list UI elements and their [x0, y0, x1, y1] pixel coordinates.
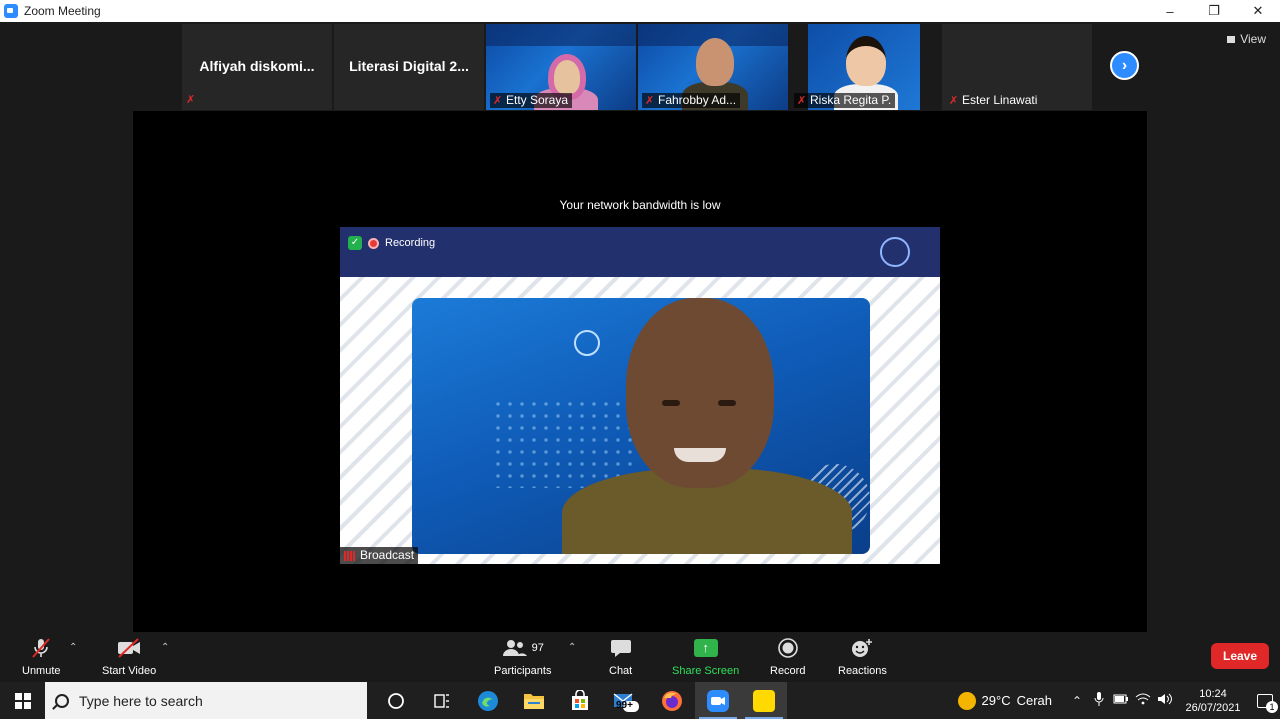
participants-icon — [502, 640, 527, 656]
chat-button[interactable]: Chat — [609, 636, 632, 677]
store-icon[interactable] — [557, 682, 603, 719]
share-screen-button[interactable]: ↑ Share Screen — [672, 636, 739, 677]
weather-sun-icon — [957, 691, 976, 710]
file-explorer-icon[interactable] — [511, 682, 557, 719]
reactions-button[interactable]: Reactions — [838, 636, 887, 677]
mic-off-icon — [30, 636, 52, 660]
record-icon — [777, 636, 799, 660]
restore-button[interactable]: ❐ — [1192, 0, 1236, 22]
search-icon — [55, 693, 69, 708]
participant-tile[interactable]: ✗ Fahrobby Ad... — [638, 24, 788, 110]
leave-button[interactable]: Leave — [1211, 643, 1269, 669]
video-off-icon — [116, 636, 142, 660]
mic-muted-icon: ✗ — [645, 95, 655, 107]
battery-icon[interactable] — [1110, 693, 1132, 708]
window-controls: – ❐ ✕ — [1148, 0, 1280, 22]
audio-level-icon — [344, 551, 356, 561]
clock-date: 26/07/2021 — [1185, 701, 1241, 714]
system-tray: 29°C Cerah ⌃ 10:24 26/07/2021 1 — [957, 682, 1280, 719]
start-video-button[interactable]: Start Video — [102, 636, 156, 677]
participant-tile[interactable]: Literasi Digital 2... — [334, 24, 484, 110]
participant-name: Literasi Digital 2... — [349, 58, 469, 74]
participant-tile[interactable]: ✗ Etty Soraya — [486, 24, 636, 110]
mail-icon[interactable]: 99+ — [603, 682, 649, 719]
minimize-button[interactable]: – — [1148, 0, 1192, 22]
mic-muted-icon: ✗ — [797, 95, 807, 107]
audio-options-caret[interactable]: ⌃ — [69, 642, 77, 653]
windows-logo-icon — [14, 692, 31, 709]
participant-name: Alfiyah diskomi... — [199, 58, 315, 74]
weather-widget[interactable]: 29°C Cerah — [957, 691, 1052, 710]
sticky-notes-icon[interactable] — [741, 682, 787, 719]
chevron-right-icon[interactable]: › — [1110, 51, 1139, 80]
participant-tile[interactable]: Alfiyah diskomi... ✗ — [182, 24, 332, 110]
participant-label: ✗ Fahrobby Ad... — [642, 93, 741, 108]
window-title: Zoom Meeting — [24, 4, 101, 18]
recording-indicator: ✓ Recording — [348, 236, 435, 250]
event-logo-icon — [574, 330, 600, 356]
close-button[interactable]: ✕ — [1236, 0, 1280, 22]
notification-icon: 1 — [1257, 693, 1278, 713]
unmute-button[interactable]: Unmute — [22, 636, 61, 677]
active-speaker-video: ✓ Recording Broadcast — [340, 227, 940, 564]
mic-muted-icon: ✗ — [949, 95, 959, 107]
record-button[interactable]: Record — [770, 636, 805, 677]
mic-muted-icon: ✗ — [493, 95, 503, 107]
network-warning: Your network bandwidth is low — [559, 198, 721, 212]
zoom-taskbar-icon[interactable] — [695, 682, 741, 719]
participants-button[interactable]: 97 Participants — [494, 636, 551, 677]
speaker-frame — [412, 298, 870, 554]
mic-muted-icon: ✗ — [186, 94, 196, 106]
edge-browser-icon[interactable] — [465, 682, 511, 719]
weather-description: Cerah — [1016, 693, 1052, 708]
microphone-icon[interactable] — [1088, 692, 1110, 709]
weather-temperature: 29°C — [981, 693, 1011, 708]
mail-badge: 99+ — [616, 700, 633, 711]
notification-center-button[interactable]: 1 — [1250, 682, 1280, 719]
active-speaker-area: Your network bandwidth is low ✓ Recordin… — [133, 111, 1147, 632]
zoom-app-icon — [4, 4, 18, 18]
windows-taskbar: Type here to search 99+ 29°C Cerah ⌃ 10:… — [0, 682, 1280, 719]
firefox-icon[interactable] — [649, 682, 695, 719]
participants-options-caret[interactable]: ⌃ — [568, 642, 576, 653]
participant-video-face — [846, 36, 886, 86]
notification-count: 1 — [1266, 700, 1278, 713]
participants-count: 97 — [531, 642, 544, 654]
taskbar-clock[interactable]: 10:24 26/07/2021 — [1182, 687, 1244, 715]
volume-icon[interactable] — [1154, 693, 1176, 708]
title-bar: Zoom Meeting – ❐ ✕ — [0, 0, 1280, 22]
search-placeholder: Type here to search — [79, 692, 203, 709]
wifi-icon[interactable] — [1132, 693, 1154, 708]
participant-tile[interactable]: ✗ Riska Regita P. — [790, 24, 940, 110]
participant-strip: Alfiyah diskomi... ✗ Literasi Digital 2.… — [182, 24, 1098, 110]
video-banner — [340, 227, 940, 277]
participant-label: ✗ Riska Regita P. — [794, 93, 896, 108]
chevron-up-icon[interactable]: ⌃ — [1066, 694, 1088, 708]
view-button[interactable]: View — [1226, 32, 1266, 46]
clock-time: 10:24 — [1199, 687, 1227, 700]
start-button[interactable] — [0, 682, 45, 719]
meeting-stage: Alfiyah diskomi... ✗ Literasi Digital 2.… — [0, 22, 1280, 632]
reactions-icon — [850, 636, 874, 660]
speaker-name-label: Broadcast — [340, 547, 419, 564]
video-background-banner — [486, 24, 636, 46]
event-logo-icon — [880, 237, 910, 267]
participant-label: ✗ Etty Soraya — [490, 93, 573, 108]
record-dot-icon — [368, 237, 379, 249]
grid-icon — [1226, 34, 1237, 44]
task-view-icon[interactable] — [373, 682, 419, 719]
participant-label: ✗ Ester Linawati — [949, 93, 1038, 107]
share-screen-icon: ↑ — [693, 636, 718, 660]
taskbar-search[interactable]: Type here to search — [45, 682, 367, 719]
video-options-caret[interactable]: ⌃ — [161, 642, 169, 653]
timeline-icon[interactable] — [419, 682, 465, 719]
participant-tile[interactable]: ✗ Ester Linawati — [942, 24, 1092, 110]
chat-icon — [610, 636, 632, 660]
meeting-toolbar: Unmute ⌃ Start Video ⌃ 97 Participants ⌃… — [0, 632, 1280, 682]
shield-icon: ✓ — [348, 236, 362, 250]
participant-video-face — [696, 38, 734, 86]
pinned-apps: 99+ — [373, 682, 787, 719]
